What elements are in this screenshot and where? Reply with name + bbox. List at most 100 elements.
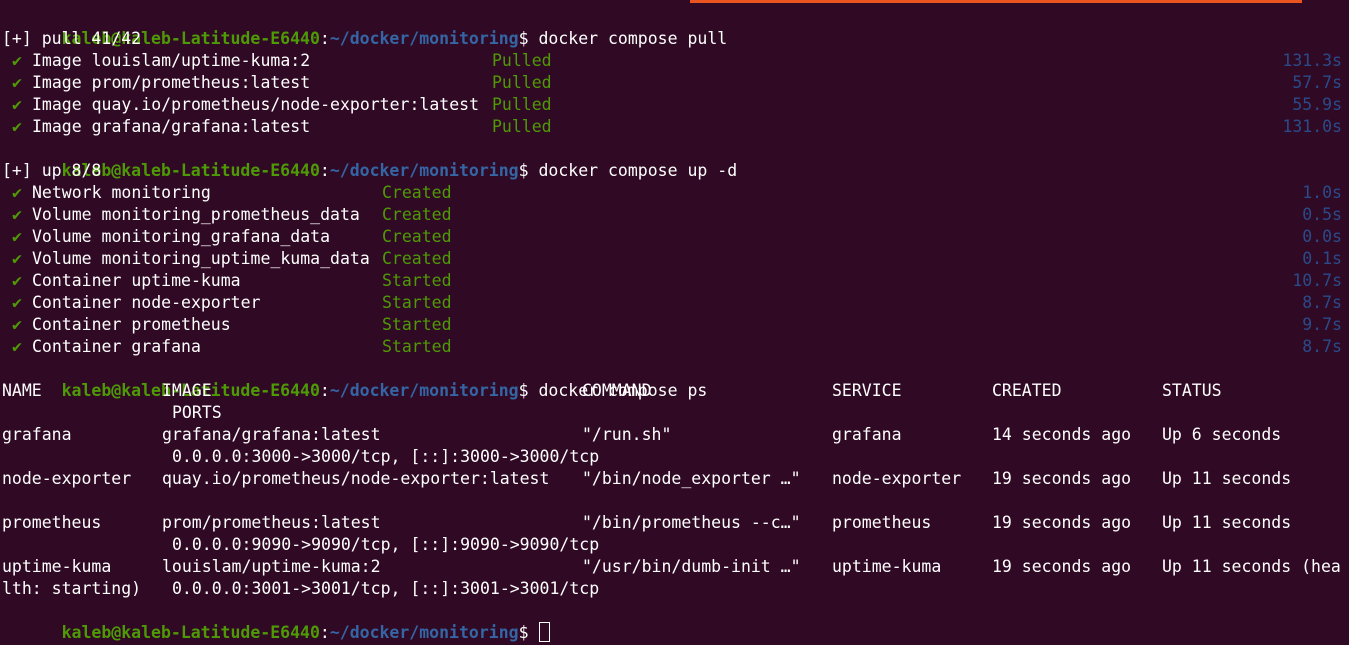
progress-item: ✔ Image louislam/uptime-kuma:2 Pulled 13…	[2, 50, 1344, 72]
progress-item-status: Created	[382, 205, 452, 224]
progress-item: ✔ Volume monitoring_uptime_kuma_data Cre…	[2, 248, 1344, 270]
cell-image: louislam/uptime-kuma:2	[162, 557, 381, 576]
progress-item-label: Image quay.io/prometheus/node-exporter:l…	[32, 95, 480, 114]
column-header-name: NAME	[2, 381, 42, 400]
progress-header: [+] pull 41/42	[2, 29, 142, 48]
cell-ports: 0.0.0.0:3001->3001/tcp, [::]:3001->3001/…	[172, 579, 600, 598]
check-icon: ✔	[12, 117, 22, 136]
cell-command: "/bin/prometheus --c…"	[582, 513, 801, 532]
column-header-service: SERVICE	[832, 381, 902, 400]
progress-item: ✔ Container node-exporter Started 8.7s	[2, 292, 1344, 314]
cell-ports: 0.0.0.0:9090->9090/tcp, [::]:9090->9090/…	[172, 535, 600, 554]
prompt-line: kaleb@kaleb-Latitude-E6440:~/docker/moni…	[2, 6, 1344, 48]
progress-item-label: Container prometheus	[32, 315, 231, 334]
cell-name: prometheus	[2, 513, 102, 532]
cell-service: prometheus	[832, 513, 932, 532]
progress-item-label: Image prom/prometheus:latest	[32, 73, 311, 92]
progress-item-status: Pulled	[492, 117, 552, 136]
progress-item: ✔ Container prometheus Started 9.7s	[2, 314, 1344, 336]
progress-item: ✔ Volume monitoring_prometheus_data Crea…	[2, 204, 1344, 226]
progress-item-status: Pulled	[492, 73, 552, 92]
check-icon: ✔	[12, 271, 22, 290]
progress-item-status: Started	[382, 271, 452, 290]
table-row-wrap: 0.0.0.0:9090->9090/tcp, [::]:9090->9090/…	[2, 534, 1344, 556]
progress-item-status: Started	[382, 337, 452, 356]
progress-item-time: 9.7s	[1302, 315, 1342, 334]
check-icon: ✔	[12, 73, 22, 92]
table-row: uptime-kuma louislam/uptime-kuma:2 "/usr…	[2, 556, 1344, 578]
progress-item-status: Pulled	[492, 51, 552, 70]
progress-item: ✔ Network monitoring Created 1.0s	[2, 182, 1344, 204]
prompt-colon: :	[319, 623, 330, 642]
progress-item: ✔ Image prom/prometheus:latest Pulled 57…	[2, 72, 1344, 94]
text-cursor[interactable]	[538, 622, 550, 642]
progress-item-label: Image louislam/uptime-kuma:2	[32, 51, 311, 70]
progress-item-status: Created	[382, 249, 452, 268]
check-icon: ✔	[12, 205, 22, 224]
progress-item: ✔ Image quay.io/prometheus/node-exporter…	[2, 94, 1344, 116]
progress-item-status: Started	[382, 293, 452, 312]
column-header-command: COMMAND	[582, 381, 652, 400]
cell-status: Up 11 seconds (hea	[1162, 557, 1341, 576]
cell-created: 19 seconds ago	[992, 469, 1132, 488]
progress-item-label: Image grafana/grafana:latest	[32, 117, 311, 136]
progress-item-time: 8.7s	[1302, 337, 1342, 356]
terminal-output[interactable]: kaleb@kaleb-Latitude-E6440:~/docker/moni…	[2, 6, 1344, 642]
cell-command: "/run.sh"	[582, 425, 672, 444]
cell-image: quay.io/prometheus/node-exporter:latest	[162, 469, 550, 488]
progress-item-label: Volume monitoring_prometheus_data	[32, 205, 360, 224]
check-icon: ✔	[12, 51, 22, 70]
cell-status: Up 11 seconds	[1162, 513, 1292, 532]
cell-service: uptime-kuma	[832, 557, 942, 576]
cell-ports: 0.0.0.0:3000->3000/tcp, [::]:3000->3000/…	[172, 447, 600, 466]
progress-item-label: Container grafana	[32, 337, 201, 356]
progress-item-time: 0.1s	[1302, 249, 1342, 268]
progress-item-time: 0.0s	[1302, 227, 1342, 246]
cell-name: uptime-kuma	[2, 557, 112, 576]
cell-status-wrap: lth: starting)	[2, 579, 142, 598]
cell-command: "/bin/node_exporter …"	[582, 469, 801, 488]
cell-name: grafana	[2, 425, 72, 444]
progress-item-time: 131.0s	[1282, 117, 1342, 136]
column-header-status: STATUS	[1162, 381, 1222, 400]
cell-created: 19 seconds ago	[992, 557, 1132, 576]
prompt-user-host: kaleb@kaleb-Latitude-E6440	[61, 623, 320, 642]
prompt-line-active[interactable]: kaleb@kaleb-Latitude-E6440:~/docker/moni…	[2, 600, 1344, 642]
progress-item-time: 1.0s	[1302, 183, 1342, 202]
table-row: grafana grafana/grafana:latest "/run.sh"…	[2, 424, 1344, 446]
cell-service: node-exporter	[832, 469, 962, 488]
table-row-wrap: lth: starting) 0.0.0.0:3001->3001/tcp, […	[2, 578, 1344, 600]
progress-item-time: 57.7s	[1292, 73, 1342, 92]
progress-item-label: Volume monitoring_uptime_kuma_data	[32, 249, 370, 268]
cell-name: node-exporter	[2, 469, 132, 488]
check-icon: ✔	[12, 95, 22, 114]
cell-created: 19 seconds ago	[992, 513, 1132, 532]
table-row-wrap	[2, 490, 1344, 512]
check-icon: ✔	[12, 183, 22, 202]
prompt-path: ~/docker/monitoring	[329, 623, 519, 642]
progress-item: ✔ Container uptime-kuma Started 10.7s	[2, 270, 1344, 292]
cell-image: grafana/grafana:latest	[162, 425, 381, 444]
table-header: NAME IMAGE COMMAND SERVICE CREATED STATU…	[2, 380, 1344, 402]
progress-item-label: Network monitoring	[32, 183, 211, 202]
progress-item-time: 131.3s	[1282, 51, 1342, 70]
window-accent-bar	[690, 0, 1302, 3]
table-row-wrap: 0.0.0.0:3000->3000/tcp, [::]:3000->3000/…	[2, 446, 1344, 468]
progress-item: ✔ Image grafana/grafana:latest Pulled 13…	[2, 116, 1344, 138]
table-header-wrap: PORTS	[2, 402, 1344, 424]
progress-item-time: 10.7s	[1292, 271, 1342, 290]
progress-item-time: 8.7s	[1302, 293, 1342, 312]
progress-item-status: Created	[382, 183, 452, 202]
cell-status: Up 11 seconds	[1162, 469, 1292, 488]
progress-item-status: Created	[382, 227, 452, 246]
progress-item: ✔ Volume monitoring_grafana_data Created…	[2, 226, 1344, 248]
cell-command: "/usr/bin/dumb-init …"	[582, 557, 801, 576]
check-icon: ✔	[12, 293, 22, 312]
progress-item-status: Pulled	[492, 95, 552, 114]
cell-image: prom/prometheus:latest	[162, 513, 381, 532]
progress-item-label: Volume monitoring_grafana_data	[32, 227, 331, 246]
progress-item: ✔ Container grafana Started 8.7s	[2, 336, 1344, 358]
prompt-dollar: $	[518, 623, 529, 642]
prompt-line: kaleb@kaleb-Latitude-E6440:~/docker/moni…	[2, 358, 1344, 400]
column-header-created: CREATED	[992, 381, 1062, 400]
